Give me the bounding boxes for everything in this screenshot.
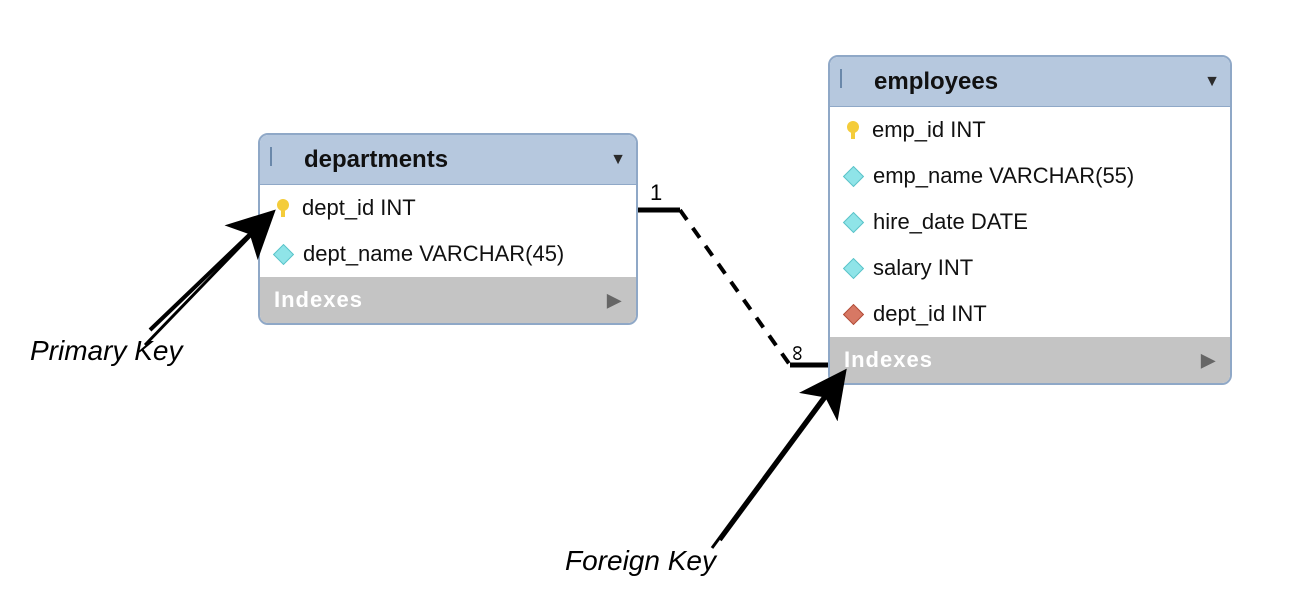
column-label: dept_id INT xyxy=(873,301,987,327)
column-row[interactable]: dept_name VARCHAR(45) xyxy=(260,231,636,277)
column-label: dept_id INT xyxy=(302,195,416,221)
er-diagram-canvas: departments ▼ dept_id INT dept_name VARC… xyxy=(0,0,1294,601)
entity-departments-columns: dept_id INT dept_name VARCHAR(45) xyxy=(260,185,636,277)
column-row[interactable]: hire_date DATE xyxy=(830,199,1230,245)
key-icon xyxy=(274,199,292,217)
diamond-icon xyxy=(843,165,864,186)
table-icon xyxy=(270,148,294,172)
diamond-icon xyxy=(843,211,864,232)
table-icon xyxy=(840,70,864,94)
column-row[interactable]: salary INT xyxy=(830,245,1230,291)
entity-departments-header[interactable]: departments ▼ xyxy=(260,135,636,185)
indexes-section[interactable]: Indexes ▶ xyxy=(830,337,1230,383)
indexes-label: Indexes xyxy=(844,347,933,373)
key-icon xyxy=(844,121,862,139)
expand-icon[interactable]: ▶ xyxy=(1201,350,1216,371)
column-label: emp_id INT xyxy=(872,117,986,143)
column-row[interactable]: emp_name VARCHAR(55) xyxy=(830,153,1230,199)
entity-employees[interactable]: employees ▼ emp_id INT emp_name VARCHAR(… xyxy=(828,55,1232,385)
collapse-icon[interactable]: ▼ xyxy=(610,151,626,169)
column-row[interactable]: emp_id INT xyxy=(830,107,1230,153)
column-label: hire_date DATE xyxy=(873,209,1028,235)
entity-title: departments xyxy=(304,146,610,174)
column-row[interactable]: dept_id INT xyxy=(830,291,1230,337)
cardinality-one: 1 xyxy=(650,180,662,206)
entity-employees-header[interactable]: employees ▼ xyxy=(830,57,1230,107)
column-label: emp_name VARCHAR(55) xyxy=(873,163,1134,189)
entity-departments[interactable]: departments ▼ dept_id INT dept_name VARC… xyxy=(258,133,638,325)
column-label: dept_name VARCHAR(45) xyxy=(303,241,564,267)
diamond-icon xyxy=(843,257,864,278)
expand-icon[interactable]: ▶ xyxy=(607,290,622,311)
collapse-icon[interactable]: ▼ xyxy=(1204,73,1220,91)
fk-diamond-icon xyxy=(843,303,864,324)
annotation-foreign-key: Foreign Key xyxy=(565,545,716,577)
diamond-icon xyxy=(273,243,294,264)
annotation-primary-key: Primary Key xyxy=(30,335,182,367)
column-label: salary INT xyxy=(873,255,973,281)
entity-title: employees xyxy=(874,68,1204,96)
cardinality-many: ∞ xyxy=(785,345,811,361)
column-row[interactable]: dept_id INT xyxy=(260,185,636,231)
indexes-section[interactable]: Indexes ▶ xyxy=(260,277,636,323)
indexes-label: Indexes xyxy=(274,287,363,313)
entity-employees-columns: emp_id INT emp_name VARCHAR(55) hire_dat… xyxy=(830,107,1230,337)
